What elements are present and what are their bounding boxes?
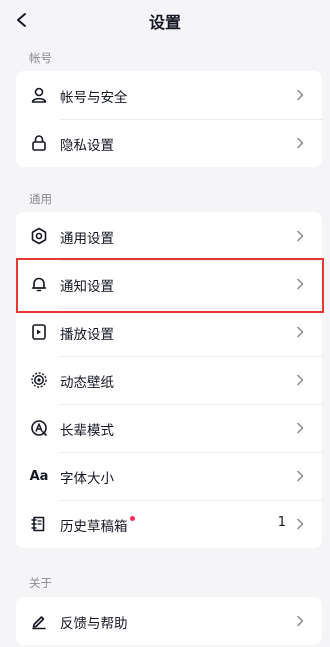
draft-count: 1: [277, 515, 286, 530]
drafts-icon: [29, 514, 49, 534]
row-label: 反馈与帮助: [60, 616, 128, 632]
elder-mode-icon: [29, 418, 49, 438]
chevron-right-icon: [297, 326, 304, 338]
row-label: 历史草稿箱: [60, 515, 135, 535]
font-size-icon: Aa: [29, 468, 49, 484]
row-label: 帐号与安全: [60, 90, 128, 106]
section-label-account: 帐号: [29, 51, 52, 65]
card-about: 反馈与帮助: [16, 597, 322, 645]
row-label: 通用设置: [60, 231, 114, 247]
chevron-right-icon: [297, 278, 304, 290]
row-elder-mode[interactable]: 长辈模式: [16, 404, 322, 452]
unread-dot-badge: [129, 516, 135, 521]
row-general-settings[interactable]: 通用设置: [16, 212, 322, 260]
chevron-right-icon: [297, 518, 304, 530]
chevron-right-icon: [297, 615, 304, 627]
chevron-right-icon: [297, 422, 304, 434]
row-account-security[interactable]: 帐号与安全: [16, 71, 322, 119]
row-draft-history[interactable]: 历史草稿箱 1: [16, 500, 322, 548]
row-label: 通知设置: [60, 279, 114, 295]
section-label-general: 通用: [29, 192, 52, 206]
chevron-right-icon: [297, 374, 304, 386]
person-icon: [29, 85, 49, 105]
row-label: 动态壁纸: [60, 375, 114, 391]
live-wallpaper-icon: [29, 370, 49, 390]
section-label-about: 关于: [29, 576, 52, 590]
row-font-size[interactable]: Aa 字体大小: [16, 452, 322, 500]
row-notification-settings[interactable]: 通知设置: [16, 260, 322, 308]
gear-icon: [29, 226, 49, 246]
row-privacy-settings[interactable]: 隐私设置: [16, 119, 322, 167]
card-general: 通用设置 通知设置 播放设置 动态壁纸 长辈模式 Aa 字体大小 历史草稿箱 1: [16, 212, 322, 548]
bell-icon: [29, 274, 49, 294]
row-label: 字体大小: [60, 471, 114, 487]
row-live-wallpaper[interactable]: 动态壁纸: [16, 356, 322, 404]
play-settings-icon: [29, 322, 49, 342]
row-label: 长辈模式: [60, 423, 114, 439]
row-feedback-help[interactable]: 反馈与帮助: [16, 597, 322, 645]
row-label: 播放设置: [60, 327, 114, 343]
chevron-right-icon: [297, 137, 304, 149]
card-account: 帐号与安全 隐私设置: [16, 71, 322, 167]
chevron-right-icon: [297, 470, 304, 482]
row-playback-settings[interactable]: 播放设置: [16, 308, 322, 356]
row-label-text: 历史草稿箱: [60, 519, 128, 535]
page-title: 设置: [148, 13, 181, 32]
lock-icon: [29, 133, 49, 153]
chevron-right-icon: [297, 230, 304, 242]
row-label: 隐私设置: [60, 138, 114, 154]
pen-icon: [29, 611, 49, 631]
chevron-right-icon: [297, 89, 304, 101]
nav-header: 设置: [0, 0, 330, 42]
